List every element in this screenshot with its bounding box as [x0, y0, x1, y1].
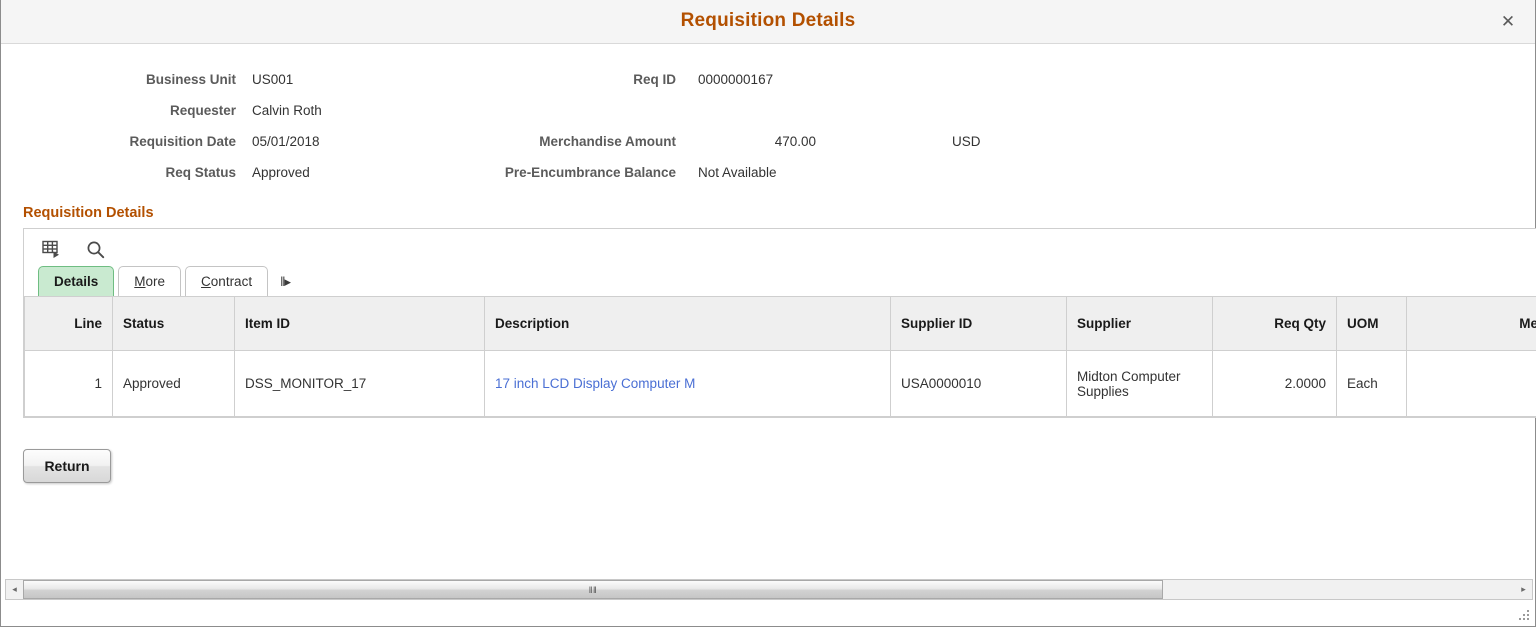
value-req-id: 0000000167: [698, 72, 773, 87]
personalize-grid-icon[interactable]: [40, 238, 62, 260]
column-header-status[interactable]: Status: [113, 297, 235, 351]
cell-uom: Each: [1337, 351, 1407, 417]
grid-tabstrip: Details More Contract ‖▸: [24, 263, 1536, 296]
scroll-left-arrow-icon[interactable]: ◂: [6, 580, 23, 599]
tab-contract[interactable]: Contract: [185, 266, 268, 296]
resize-grip-icon[interactable]: [1519, 610, 1531, 622]
label-requester: Requester: [26, 103, 236, 118]
value-merchandise-currency: USD: [952, 134, 981, 149]
cell-status: Approved: [113, 351, 235, 417]
column-header-item-id[interactable]: Item ID: [235, 297, 485, 351]
label-requisition-date: Requisition Date: [26, 134, 236, 149]
label-merchandise-amount: Merchandise Amount: [276, 134, 676, 149]
column-header-description[interactable]: Description: [485, 297, 891, 351]
cell-supplier-id: USA0000010: [891, 351, 1067, 417]
modal-titlebar: Requisition Details ✕: [1, 0, 1535, 44]
page-title: Requisition Details: [1, 10, 1535, 32]
column-header-line[interactable]: Line: [25, 297, 113, 351]
tab-contract-label: ontract: [211, 274, 252, 289]
column-header-uom[interactable]: UOM: [1337, 297, 1407, 351]
return-button[interactable]: Return: [23, 449, 111, 483]
grid-toolbar: [24, 229, 1536, 263]
requisition-details-grid: Details More Contract ‖▸ Line Status Ite…: [23, 228, 1536, 418]
requisition-details-modal: Requisition Details ✕ Business Unit US00…: [0, 0, 1536, 627]
column-header-merchandise-amount[interactable]: Merchandise Amount: [1407, 297, 1536, 351]
tab-details[interactable]: Details: [38, 266, 114, 296]
column-header-supplier[interactable]: Supplier: [1067, 297, 1213, 351]
label-req-id: Req ID: [276, 72, 676, 87]
scroll-right-arrow-icon[interactable]: ▸: [1515, 580, 1532, 599]
scrollbar-track[interactable]: ‖‖: [23, 580, 1515, 599]
show-next-tabs-icon[interactable]: ‖▸: [280, 274, 290, 290]
cell-description: 17 inch LCD Display Computer M: [485, 351, 891, 417]
find-icon[interactable]: [84, 238, 106, 260]
grid-scroll-viewport: Line Status Item ID Description Supplier…: [24, 296, 1536, 417]
column-header-req-qty[interactable]: Req Qty: [1213, 297, 1337, 351]
tab-contract-accesskey: C: [201, 274, 211, 289]
cell-item-id: DSS_MONITOR_17: [235, 351, 485, 417]
tab-more-label: ore: [146, 274, 166, 289]
value-requester: Calvin Roth: [252, 103, 322, 118]
value-pre-encumbrance-balance: Not Available: [698, 165, 777, 180]
table-header-row: Line Status Item ID Description Supplier…: [25, 297, 1536, 351]
scrollbar-thumb[interactable]: ‖‖: [23, 580, 1163, 599]
cell-supplier: Midton Computer Supplies: [1067, 351, 1213, 417]
label-business-unit: Business Unit: [26, 72, 236, 87]
cell-req-qty: 2.0000: [1213, 351, 1337, 417]
cell-merchandise-amount: 470.00: [1407, 351, 1536, 417]
table-row: 1 Approved DSS_MONITOR_17 17 inch LCD Di…: [25, 351, 1536, 417]
requisition-lines-table: Line Status Item ID Description Supplier…: [24, 296, 1536, 417]
section-title: Requisition Details: [23, 205, 154, 221]
tab-more[interactable]: More: [118, 266, 181, 296]
tab-more-accesskey: M: [134, 274, 145, 289]
scrollbar-grip-icon: ‖‖: [589, 585, 597, 595]
horizontal-scrollbar[interactable]: ◂ ‖‖ ▸: [5, 579, 1533, 600]
cell-line: 1: [25, 351, 113, 417]
column-header-supplier-id[interactable]: Supplier ID: [891, 297, 1067, 351]
label-req-status: Req Status: [26, 165, 236, 180]
requisition-header-fields: Business Unit US001 Requester Calvin Rot…: [1, 45, 1536, 200]
close-icon[interactable]: ✕: [1495, 10, 1521, 34]
tab-details-label: Details: [54, 274, 98, 289]
label-pre-encumbrance-balance: Pre-Encumbrance Balance: [276, 165, 676, 180]
description-link[interactable]: 17 inch LCD Display Computer M: [495, 376, 695, 391]
value-merchandise-amount: 470.00: [698, 134, 816, 149]
